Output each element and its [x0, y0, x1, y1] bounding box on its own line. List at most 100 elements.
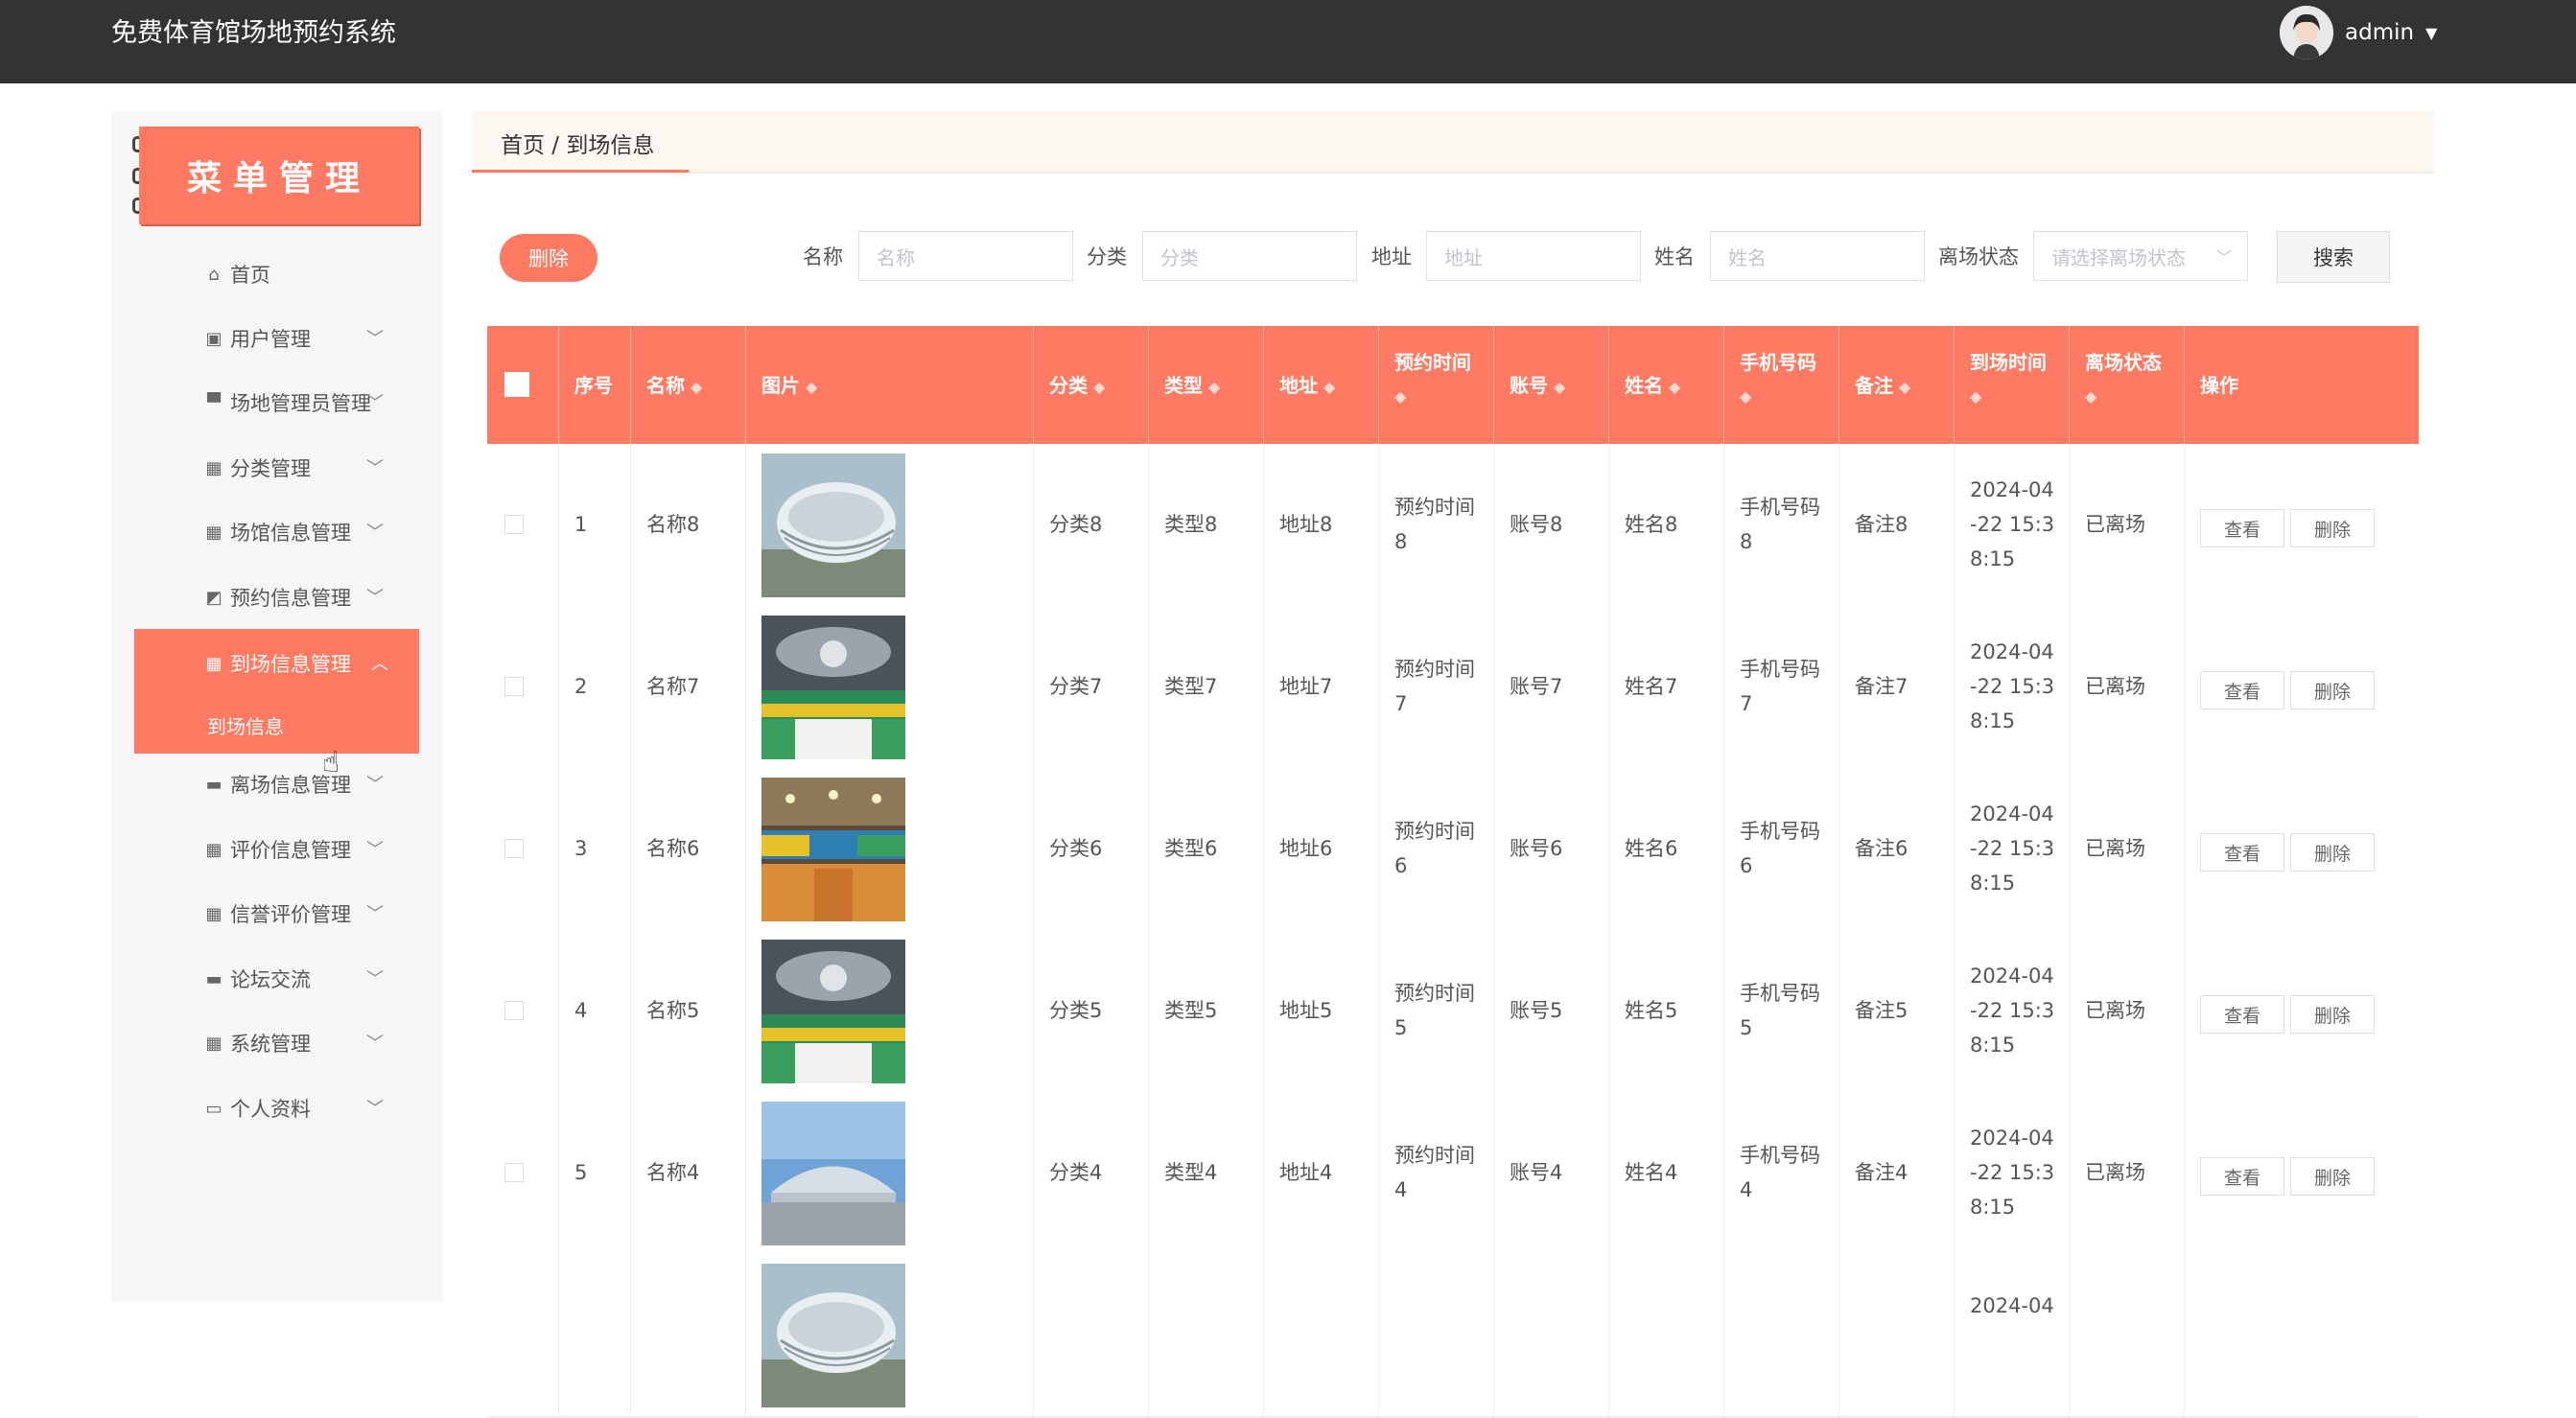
sidebar-subitem-arrival-info[interactable]: 到场信息 [207, 711, 284, 739]
sidebar-item-5[interactable]: ◩ 预约信息管理 ﹀ [134, 570, 412, 624]
table-row[interactable]: 5 名称4 分类4 类型4 地址4 预约时间 4 账号4 姓名4 手机号码 4 备注4 2024-04-… [487, 1092, 2419, 1256]
app-title: 免费体育馆场地预约系统 [111, 18, 396, 48]
cell-name: 名称6 [631, 768, 746, 930]
table-row[interactable]: 2 名称7 分类7 类型7 地址7 预约时间 7 账号7 姓名7 手机号码 7 备注7 2024-04-… [487, 606, 2419, 770]
table-row[interactable]: 3 名称6 分类6 类型6 地址6 预约时间 6 账号6 姓名6 手机号码 6 备注6 2024-04-… [487, 768, 2419, 932]
cell-person: 姓名7 [1609, 606, 1724, 768]
filter-label-address: 地址 [1371, 245, 1412, 268]
cell-arrival-time: 2024-04 -22 15:3 8:15 [1955, 444, 2070, 606]
chevron-down-icon: ﹀ [366, 458, 384, 478]
sidebar-item-2[interactable]: ▀ 场地管理员管理 ﹀ [134, 376, 412, 430]
sidebar-item-6[interactable]: ▬ 离场信息管理 ﹀ [134, 757, 412, 811]
username[interactable]: admin [2345, 20, 2414, 45]
column-header-address[interactable]: 地址 ◆ [1264, 326, 1379, 444]
row-delete-button[interactable]: 删除 [2290, 833, 2375, 872]
row-delete-button[interactable]: 删除 [2290, 671, 2375, 709]
column-header-name[interactable]: 名称 ◆ [631, 326, 746, 444]
status-select[interactable]: 请选择离场状态 ﹀ [2033, 231, 2248, 281]
cell-account: 账号4 [1494, 1092, 1609, 1254]
view-button[interactable]: 查看 [2200, 509, 2284, 547]
row-checkbox[interactable] [504, 1163, 524, 1182]
view-button[interactable]: 查看 [2200, 833, 2284, 872]
caret-down-icon[interactable]: ▼ [2425, 24, 2437, 42]
row-image[interactable] [761, 1264, 905, 1407]
view-button[interactable]: 查看 [2200, 671, 2284, 709]
sidebar-item-1[interactable]: ▣ 用户管理 ﹀ [134, 312, 412, 365]
row-delete-button[interactable]: 删除 [2290, 995, 2375, 1034]
sidebar-item-10[interactable]: ▦ 系统管理 ﹀ [134, 1016, 412, 1070]
cell-leave-status [2070, 1254, 2185, 1416]
row-image[interactable] [761, 940, 905, 1083]
sidebar-item-11[interactable]: ▭ 个人资料 ﹀ [134, 1081, 412, 1135]
table-row[interactable]: 1 名称8 分类8 类型8 地址8 预约时间 8 账号8 姓名8 手机号码 8 备注8 2024-04-… [487, 444, 2419, 608]
cell-account [1494, 1254, 1609, 1416]
column-header-account[interactable]: 账号 ◆ [1494, 326, 1609, 444]
column-header-category[interactable]: 分类 ◆ [1034, 326, 1149, 444]
column-header-note[interactable]: 备注 ◆ [1839, 326, 1955, 444]
chevron-down-icon: ﹀ [366, 1099, 384, 1119]
cell-index: 1 [559, 444, 631, 606]
table-row[interactable]: 4 名称5 分类5 类型5 地址5 预约时间 5 账号5 姓名5 手机号码 5 备注5 2024-04-… [487, 930, 2419, 1094]
view-button[interactable]: 查看 [2200, 1157, 2284, 1196]
row-image[interactable] [761, 453, 905, 597]
sidebar-item-label: 预约信息管理 [230, 587, 351, 610]
header-select-all[interactable] [487, 326, 559, 444]
search-button[interactable]: 搜索 [2277, 231, 2390, 283]
breadcrumb-text[interactable]: 首页 / 到场信息 [501, 127, 654, 159]
table-row[interactable]: 2024-04 [487, 1254, 2419, 1418]
cell-booking-time [1379, 1254, 1494, 1416]
sort-icon: ◆ [1554, 378, 1566, 396]
column-header-leave-status[interactable]: 离场状态 ◆ [2070, 326, 2185, 444]
select-all-checkbox[interactable] [504, 372, 529, 397]
chevron-down-icon: ﹀ [366, 969, 384, 989]
column-header-index[interactable]: 序号 [559, 326, 631, 444]
column-header-arrival-time[interactable]: 到场时间 ◆ [1955, 326, 2070, 444]
sidebar-item-7[interactable]: ▦ 评价信息管理 ﹀ [134, 823, 412, 876]
chart-icon: ◩ [205, 587, 222, 608]
row-image[interactable] [761, 778, 905, 921]
stamp-icon: ▀ [207, 392, 221, 413]
menu-banner: 菜单管理 [139, 127, 419, 224]
row-checkbox[interactable] [504, 677, 524, 696]
cell-category: 分类7 [1034, 606, 1149, 768]
person-input[interactable]: 姓名 [1710, 231, 1925, 281]
row-delete-button[interactable]: 删除 [2290, 509, 2375, 547]
hand-cursor-icon: ☝ [322, 746, 340, 779]
row-delete-button[interactable]: 删除 [2290, 1157, 2375, 1196]
user-icon: ▣ [205, 328, 222, 349]
row-checkbox[interactable] [504, 515, 524, 534]
avatar[interactable] [2280, 6, 2333, 59]
cell-person: 姓名5 [1609, 930, 1724, 1092]
sidebar-item-arrival-management[interactable]: ▦ 到场信息管理 ︿ 到场信息 [134, 629, 419, 754]
row-image[interactable] [761, 616, 905, 759]
row-checkbox[interactable] [504, 839, 524, 858]
view-button[interactable]: 查看 [2200, 995, 2284, 1034]
chevron-down-icon: ﹀ [366, 523, 384, 543]
column-header-image[interactable]: 图片 ◆ [746, 326, 1034, 444]
sidebar-item-label: 信誉评价管理 [230, 903, 351, 926]
column-header-type[interactable]: 类型 ◆ [1149, 326, 1264, 444]
cell-note: 备注8 [1839, 444, 1955, 606]
sidebar-item-8[interactable]: ▦ 信誉评价管理 ﹀ [134, 887, 412, 941]
cell-arrival-time: 2024-04 -22 15:3 8:15 [1955, 930, 2070, 1092]
column-header-booking-time[interactable]: 预约时间 ◆ [1379, 326, 1494, 444]
sidebar-item-label: 论坛交流 [230, 968, 311, 991]
row-image[interactable] [761, 1102, 905, 1245]
sidebar-item-0[interactable]: ⌂ 首页 [134, 247, 412, 301]
sidebar-item-3[interactable]: ▦ 分类管理 ﹀ [134, 441, 412, 495]
address-input[interactable]: 地址 [1426, 231, 1641, 281]
sidebar-item-4[interactable]: ▦ 场馆信息管理 ﹀ [134, 505, 412, 559]
chevron-down-icon: ﹀ [366, 588, 384, 608]
category-input[interactable]: 分类 [1142, 231, 1357, 281]
user-menu[interactable]: admin ▼ [2280, 6, 2437, 59]
cell-category: 分类5 [1034, 930, 1149, 1092]
column-header-person[interactable]: 姓名 ◆ [1609, 326, 1724, 444]
name-input[interactable]: 名称 [858, 231, 1073, 281]
briefcase-icon: ▬ [205, 774, 222, 795]
row-checkbox[interactable] [504, 1001, 524, 1020]
delete-button[interactable]: 删除 [500, 234, 597, 282]
sidebar-item-label: 评价信息管理 [230, 839, 351, 862]
cell-image [746, 1254, 1034, 1416]
column-header-phone[interactable]: 手机号码 ◆ [1724, 326, 1839, 444]
sidebar-item-9[interactable]: ▬ 论坛交流 ﹀ [134, 952, 412, 1006]
